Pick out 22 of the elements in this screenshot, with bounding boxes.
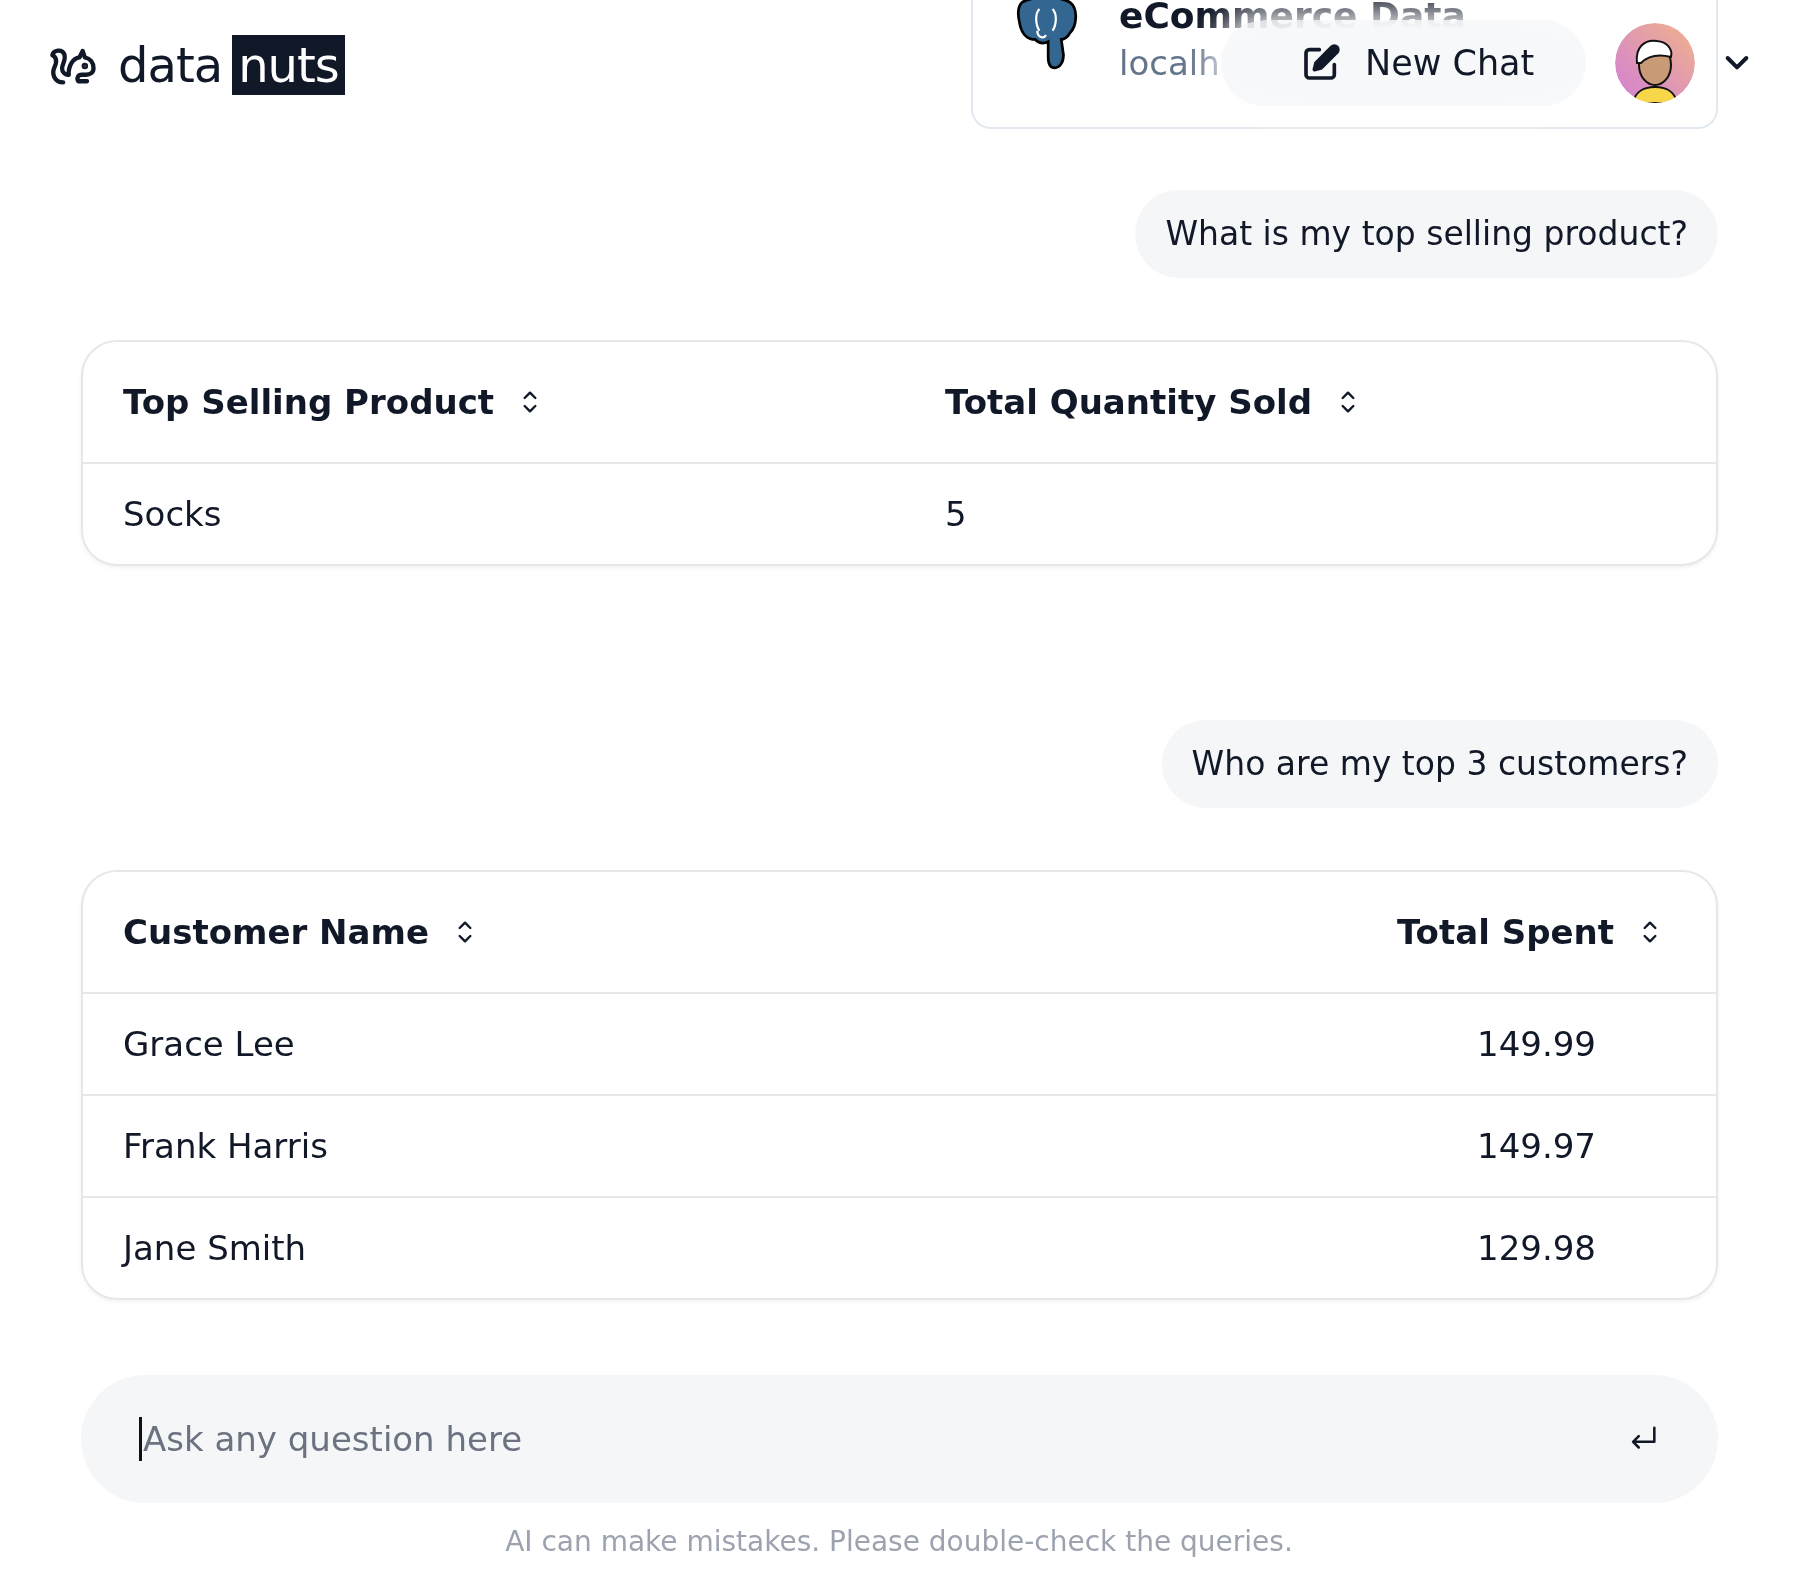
- table-cell: 5: [945, 494, 967, 534]
- edit-icon: [1301, 43, 1341, 83]
- table-cell: Jane Smith: [123, 1228, 307, 1268]
- text-cursor: [139, 1417, 142, 1461]
- user-message: What is my top selling product?: [1135, 190, 1718, 278]
- table-cell: 129.98: [1477, 1228, 1596, 1268]
- user-message: Who are my top 3 customers?: [1161, 720, 1718, 808]
- table-cell: 149.97: [1477, 1126, 1596, 1166]
- column-header: Customer Name: [123, 912, 429, 952]
- table-cell: Socks: [123, 494, 222, 534]
- table-cell: 149.99: [1477, 1024, 1596, 1064]
- table-cell: Grace Lee: [123, 1024, 295, 1064]
- table-cell: Frank Harris: [123, 1126, 328, 1166]
- column-header: Top Selling Product: [123, 382, 495, 422]
- column-header: Total Quantity Sold: [945, 382, 1312, 422]
- disclaimer-text: AI can make mistakes. Please double-check the queries.: [504, 1525, 1294, 1558]
- logo-highlight: nuts: [232, 35, 345, 95]
- logo-text: data: [118, 36, 223, 95]
- database-host: localh: [1119, 42, 1220, 85]
- question-input[interactable]: Ask any question here: [81, 1375, 1718, 1503]
- column-header: Total Spent: [1396, 912, 1614, 952]
- avatar[interactable]: [1615, 23, 1695, 103]
